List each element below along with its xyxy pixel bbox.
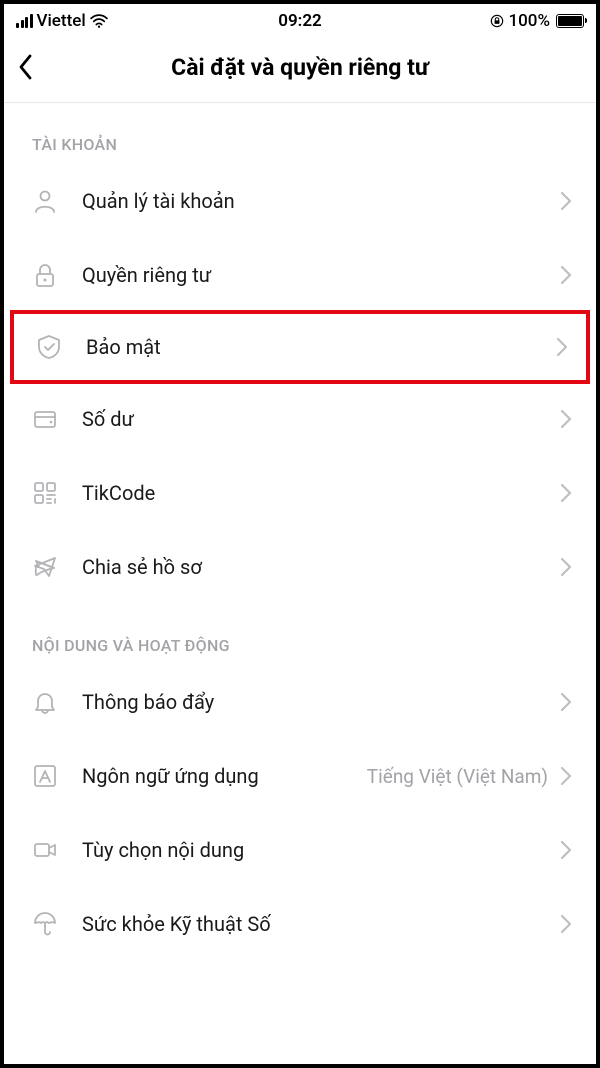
status-bar: Viettel 09:22 100%: [4, 4, 596, 34]
section-header-content: NỘI DUNG VÀ HOẠT ĐỘNG: [4, 604, 596, 665]
qr-icon: [30, 478, 60, 508]
status-right: 100%: [490, 11, 584, 31]
wifi-icon: [90, 14, 108, 28]
status-left: Viettel: [16, 11, 108, 31]
item-value: Tiếng Việt (Việt Nam): [367, 765, 548, 788]
lock-icon: [30, 260, 60, 290]
person-icon: [30, 186, 60, 216]
item-label: Bảo mật: [86, 335, 556, 359]
carrier-label: Viettel: [37, 11, 86, 31]
video-icon: [30, 835, 60, 865]
chevron-right-icon: [560, 483, 572, 503]
chevron-right-icon: [560, 265, 572, 285]
section-header-account: TÀI KHOẢN: [4, 103, 596, 164]
chevron-right-icon: [560, 409, 572, 429]
signal-icon: [16, 14, 33, 28]
page-title: Cài đặt và quyền riêng tư: [171, 54, 429, 81]
share-icon: [30, 552, 60, 582]
chevron-right-icon: [560, 914, 572, 934]
chevron-right-icon: [560, 557, 572, 577]
chevron-right-icon: [560, 692, 572, 712]
item-manage-account[interactable]: Quản lý tài khoản: [4, 164, 596, 238]
item-label: TikCode: [82, 481, 560, 505]
item-label: Quyền riêng tư: [82, 263, 560, 287]
item-label: Chia sẻ hồ sơ: [82, 555, 560, 579]
language-icon: [30, 761, 60, 791]
item-digital-wellbeing[interactable]: Sức khỏe Kỹ thuật Số: [4, 887, 596, 961]
item-content-preferences[interactable]: Tùy chọn nội dung: [4, 813, 596, 887]
umbrella-icon: [30, 909, 60, 939]
chevron-right-icon: [560, 766, 572, 786]
bell-icon: [30, 687, 60, 717]
status-time: 09:22: [278, 11, 321, 31]
item-label: Thông báo đẩy: [82, 690, 560, 714]
item-label: Số dư: [82, 407, 560, 431]
item-app-language[interactable]: Ngôn ngữ ứng dụng Tiếng Việt (Việt Nam): [4, 739, 596, 813]
chevron-right-icon: [560, 840, 572, 860]
wallet-icon: [30, 404, 60, 434]
chevron-right-icon: [556, 337, 568, 357]
item-security[interactable]: Bảo mật: [10, 310, 590, 384]
chevron-left-icon: [18, 54, 34, 80]
page-header: Cài đặt và quyền riêng tư: [4, 34, 596, 102]
shield-icon: [34, 332, 64, 362]
orientation-lock-icon: [490, 14, 504, 28]
item-share-profile[interactable]: Chia sẻ hồ sơ: [4, 530, 596, 604]
item-label: Quản lý tài khoản: [82, 189, 560, 213]
item-label: Tùy chọn nội dung: [82, 838, 560, 862]
item-balance[interactable]: Số dư: [4, 382, 596, 456]
item-label: Sức khỏe Kỹ thuật Số: [82, 912, 560, 936]
back-button[interactable]: [18, 52, 48, 82]
item-privacy[interactable]: Quyền riêng tư: [4, 238, 596, 312]
item-push-notifications[interactable]: Thông báo đẩy: [4, 665, 596, 739]
item-tikcode[interactable]: TikCode: [4, 456, 596, 530]
item-label: Ngôn ngữ ứng dụng: [82, 764, 367, 788]
battery-percent: 100%: [508, 11, 550, 31]
battery-icon: [556, 14, 584, 28]
chevron-right-icon: [560, 191, 572, 211]
